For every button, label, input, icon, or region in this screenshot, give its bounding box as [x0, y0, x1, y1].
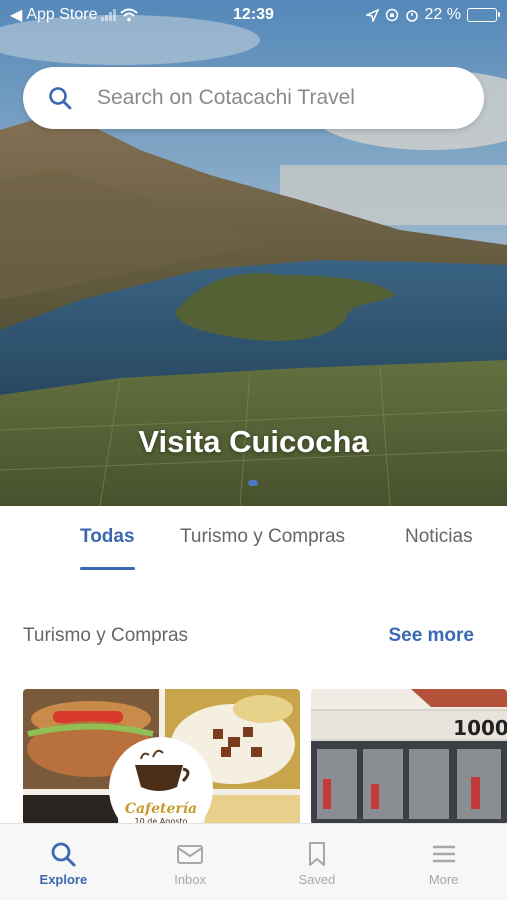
see-more-link[interactable]: See more [388, 625, 474, 647]
search-bar[interactable]: Search on Cotacachi Travel [23, 67, 484, 129]
nav-explore-label: Explore [39, 872, 88, 887]
bottom-navigation: Explore Inbox Saved More [0, 823, 507, 900]
menu-icon [432, 845, 455, 863]
tab-turismo-y-compras[interactable]: Turismo y Compras [180, 526, 345, 548]
carousel-indicator[interactable] [248, 480, 258, 486]
nav-more[interactable]: More [380, 824, 507, 900]
orientation-lock-icon [385, 8, 398, 22]
status-time: 12:39 [233, 6, 274, 23]
status-bar: ◀ App Store 12:39 22 % [0, 0, 507, 30]
nav-explore[interactable]: Explore [0, 824, 127, 900]
cafeteria-card-image: Cafetería 10 de Agosto [23, 689, 300, 825]
back-app-label[interactable]: App Store [26, 6, 97, 24]
hero-banner[interactable]: ◀ App Store 12:39 22 % Search on Cotacac… [0, 0, 507, 506]
bookmark-icon [308, 842, 325, 866]
search-icon [51, 842, 76, 867]
nav-saved-label: Saved [298, 872, 336, 887]
cafeteria-logo-text: Cafetería [125, 801, 197, 817]
tab-noticias[interactable]: Noticias [405, 526, 473, 548]
battery-icon [467, 8, 500, 22]
alarm-icon [405, 10, 418, 22]
location-icon [365, 8, 379, 22]
search-input[interactable]: Search on Cotacachi Travel [97, 86, 355, 110]
nav-inbox-label: Inbox [174, 872, 207, 887]
search-icon [49, 87, 72, 110]
nav-more-label: More [428, 872, 459, 887]
store-card-image: 1000 [311, 689, 507, 825]
nav-saved[interactable]: Saved [254, 824, 381, 900]
nav-inbox[interactable]: Inbox [127, 824, 254, 900]
back-arrow-icon[interactable]: ◀ [10, 5, 22, 25]
store-card[interactable]: 1000 [311, 689, 507, 825]
section-title: Turismo y Compras [23, 625, 189, 646]
signal-icon [101, 9, 117, 21]
store-sign-text: 1000 [453, 716, 507, 740]
hero-title: Visita Cuicocha [138, 424, 369, 459]
category-tabs: Todas Turismo y Compras Noticias [0, 506, 507, 576]
tab-todas[interactable]: Todas [80, 526, 135, 548]
mail-icon [177, 845, 204, 864]
cafeteria-card[interactable]: Cafetería 10 de Agosto [23, 689, 300, 825]
active-tab-indicator [80, 567, 135, 570]
battery-percent: 22 % [424, 6, 461, 23]
wifi-icon [120, 8, 139, 22]
